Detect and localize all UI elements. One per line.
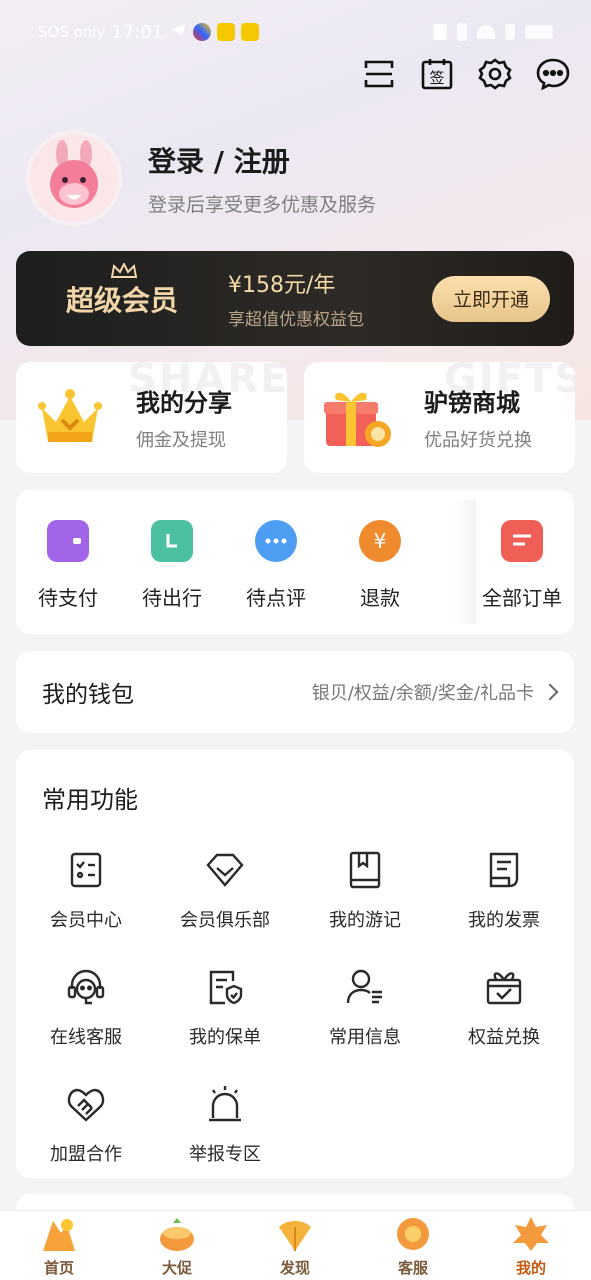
donkey-mall-title: 驴镑商城 — [424, 389, 520, 417]
order-upcoming-trip[interactable]: 待出行 — [120, 520, 224, 611]
vip-price: ¥158元/年 — [228, 273, 336, 298]
wallet-detail: 银贝/权益/余额/奖金/礼品卡 — [311, 683, 534, 704]
svg-text:¥: ¥ — [374, 529, 387, 553]
super-vip-logo: 超级会员 — [66, 262, 216, 319]
gift-icon — [322, 382, 394, 454]
telegram-icon — [169, 21, 187, 44]
my-wallet-row[interactable]: 我的钱包 银贝/权益/余额/奖金/礼品卡 — [16, 651, 574, 733]
app-notification-icon — [217, 23, 236, 41]
login-hint: 登录后享受更多优惠及服务 — [148, 193, 377, 216]
tab-promotion[interactable]: 大促 — [142, 1215, 212, 1278]
bottom-tab-bar: 首页 大促 发现 客服 我的 — [0, 1210, 591, 1280]
feature-member-club[interactable]: 会员俱乐部 — [155, 850, 295, 932]
alarm-icon — [205, 1084, 245, 1124]
open-vip-button[interactable]: 立即开通 — [432, 275, 550, 322]
order-pending-payment[interactable]: 待支付 — [16, 520, 120, 611]
order-pending-review[interactable]: 待点评 — [224, 520, 328, 611]
chevron-right-icon — [541, 683, 559, 701]
feature-my-invoice[interactable]: 我的发票 — [434, 850, 574, 932]
tab-discover[interactable]: 发现 — [260, 1215, 330, 1278]
tab-home[interactable]: 首页 — [24, 1215, 94, 1278]
feature-benefit-exchange[interactable]: 权益兑换 — [434, 967, 574, 1049]
mine-tab-icon — [511, 1215, 551, 1253]
my-share-subtitle: 佣金及提现 — [136, 430, 226, 451]
promo-tab-icon — [157, 1215, 197, 1253]
tab-customer-service[interactable]: 客服 — [378, 1215, 448, 1278]
service-tab-icon — [393, 1215, 433, 1253]
signal-icon — [505, 24, 515, 40]
order-shortcuts: 待支付 待出行 待点评 ¥ 退款 全部订单 — [16, 490, 574, 634]
gear-icon[interactable] — [477, 56, 513, 92]
yen-coin-icon: ¥ — [359, 520, 401, 562]
diamond-icon — [205, 850, 245, 890]
feature-common-info[interactable]: 常用信息 — [295, 967, 435, 1049]
chat-bubble-icon — [255, 520, 297, 562]
vip-description: 享超值优惠权益包 — [228, 310, 364, 330]
vibrate-icon — [457, 23, 467, 41]
wallet-title: 我的钱包 — [42, 682, 134, 708]
feature-online-support[interactable]: 在线客服 — [16, 967, 156, 1049]
user-info-icon — [345, 967, 385, 1007]
header-actions: 签 — [361, 56, 571, 92]
feature-partnership[interactable]: 加盟合作 — [16, 1084, 156, 1166]
discover-tab-icon — [275, 1215, 315, 1253]
book-icon — [345, 850, 385, 890]
my-share-title: 我的分享 — [136, 389, 232, 417]
order-list-icon — [501, 520, 543, 562]
clock-text: 17:01 — [111, 21, 164, 43]
sign-in-calendar-icon[interactable]: 签 — [419, 56, 455, 92]
feature-member-center[interactable]: 会员中心 — [16, 850, 156, 932]
app-notification-icon — [241, 23, 260, 41]
feature-my-travelogue[interactable]: 我的游记 — [295, 850, 435, 932]
crown-icon — [110, 262, 138, 278]
my-share-card[interactable]: SHARE 我的分享 佣金及提现 — [16, 362, 287, 473]
scan-icon[interactable] — [361, 56, 397, 92]
login-register-link[interactable]: 登录 / 注册 — [148, 140, 376, 180]
wifi-icon — [477, 25, 495, 39]
order-all-orders[interactable]: 全部订单 — [470, 520, 574, 611]
status-bar: SOS only 17:01 — [0, 0, 591, 64]
invoice-icon — [484, 850, 524, 890]
nfc-icon — [433, 24, 447, 40]
home-tab-icon — [39, 1215, 79, 1253]
battery-icon — [525, 25, 553, 39]
exchange-gift-icon — [484, 967, 524, 1007]
feature-report-zone[interactable]: 举报专区 — [155, 1084, 295, 1166]
order-refund[interactable]: ¥ 退款 — [328, 520, 432, 611]
feature-my-policy[interactable]: 我的保单 — [155, 967, 295, 1049]
tab-mine[interactable]: 我的 — [496, 1215, 566, 1278]
avatar[interactable] — [26, 130, 122, 226]
ticket-icon — [151, 520, 193, 562]
message-icon[interactable] — [535, 56, 571, 92]
crown-icon — [34, 382, 106, 454]
headset-icon — [66, 967, 106, 1007]
features-title: 常用功能 — [42, 786, 138, 814]
handshake-icon — [66, 1084, 106, 1124]
super-vip-banner[interactable]: 超级会员 ¥158元/年 享超值优惠权益包 立即开通 — [16, 251, 574, 346]
app-notification-icon — [193, 23, 212, 41]
policy-shield-icon — [205, 967, 245, 1007]
wallet-icon — [47, 520, 89, 562]
carrier-text: SOS only — [38, 23, 106, 41]
svg-text:签: 签 — [429, 69, 444, 87]
checklist-icon — [66, 850, 106, 890]
common-features: 常用功能 会员中心 会员俱乐部 我的游记 我的发票 在线客服 我的保单 常用信息… — [16, 750, 574, 1178]
donkey-mall-subtitle: 优品好货兑换 — [424, 430, 532, 451]
profile-section[interactable]: 登录 / 注册 登录后享受更多优惠及服务 — [26, 130, 376, 226]
donkey-mall-card[interactable]: GIFTS 驴镑商城 优品好货兑换 — [304, 362, 575, 473]
